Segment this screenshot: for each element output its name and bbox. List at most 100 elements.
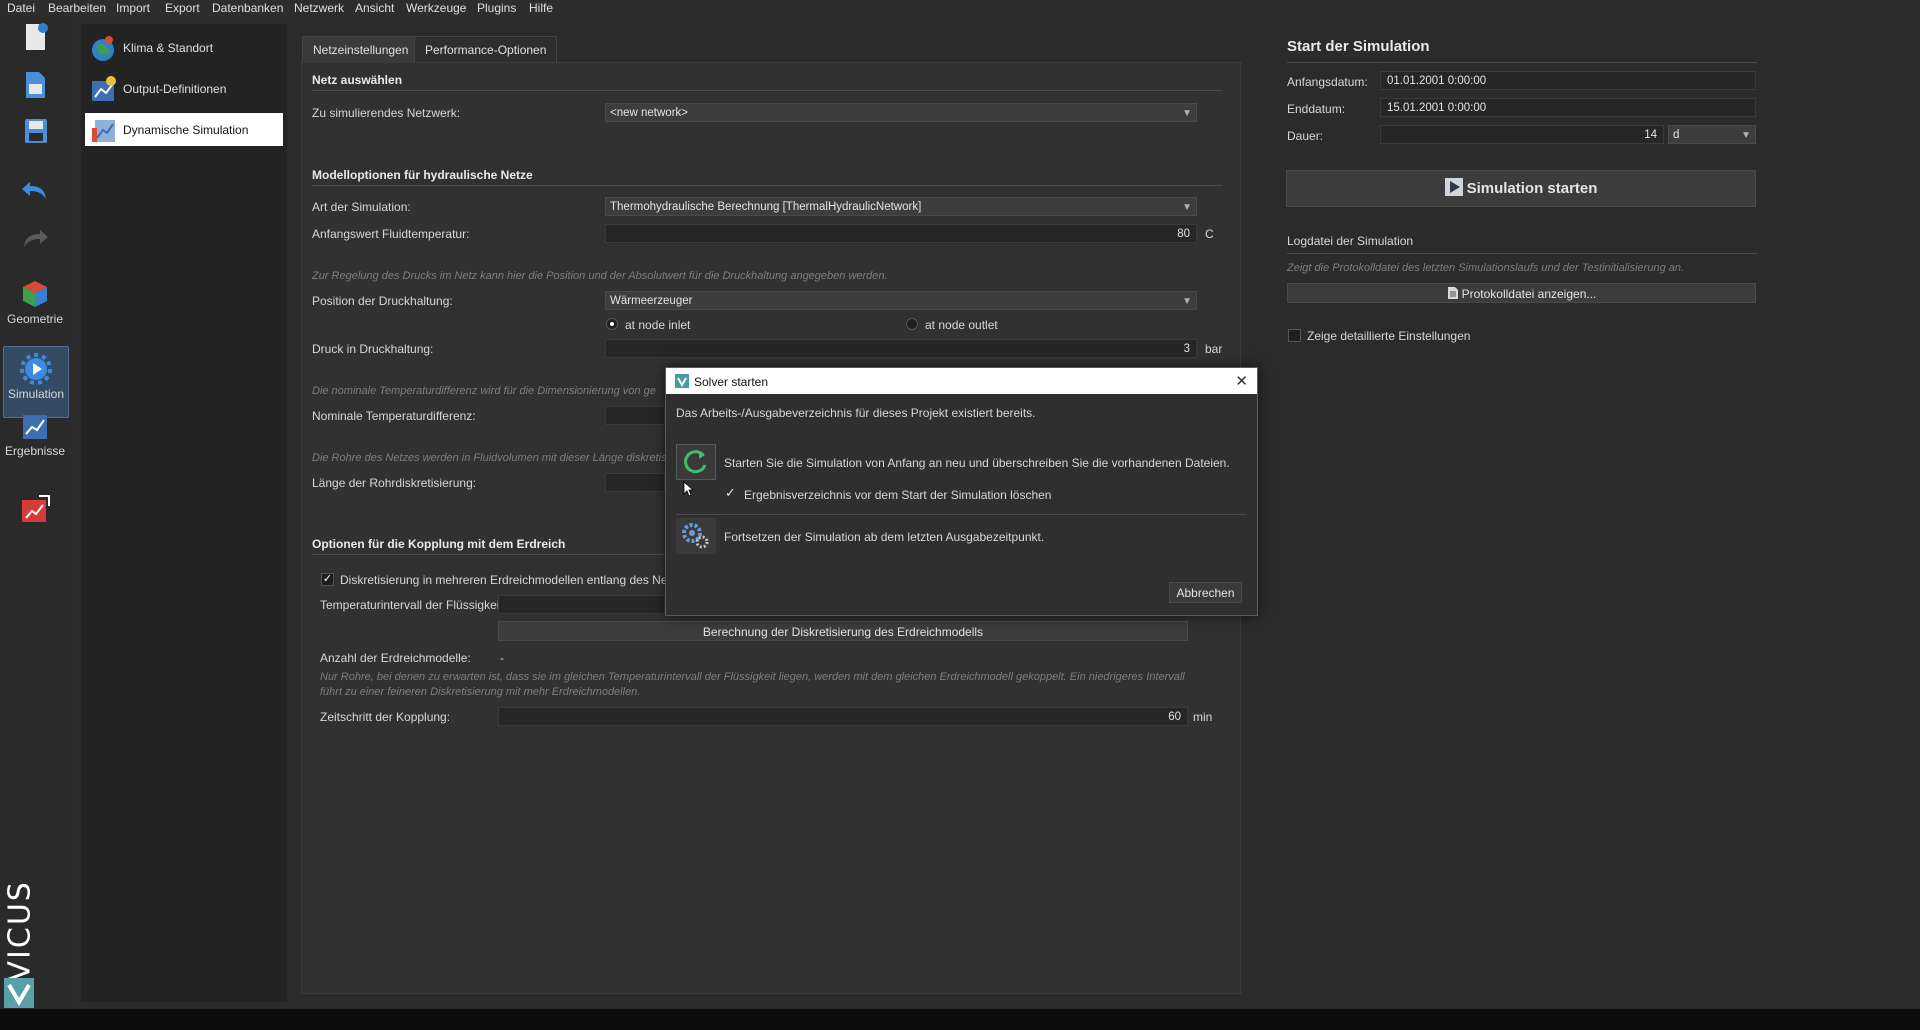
- save-button[interactable]: [8, 116, 62, 146]
- sim-type-label: Art der Simulation:: [312, 200, 411, 214]
- redo-button[interactable]: [8, 224, 62, 252]
- nav-item-dynamic-simulation[interactable]: Dynamische Simulation: [85, 113, 283, 146]
- redo-icon: [24, 230, 48, 247]
- dialog-title: Solver starten: [694, 375, 769, 389]
- divider: [312, 90, 1222, 91]
- pressure-position-value: Wärmeerzeuger: [610, 295, 693, 307]
- vicus-logo-icon: [4, 978, 34, 1008]
- radio-node-inlet-label: at node inlet: [625, 318, 691, 332]
- simulation-button[interactable]: Simulation: [3, 346, 69, 418]
- divider: [676, 514, 1246, 515]
- export-chart-icon: [22, 495, 50, 522]
- brand-text: VICUS: [2, 880, 38, 982]
- detail-settings-checkbox[interactable]: [1288, 329, 1301, 342]
- radio-node-outlet[interactable]: [906, 318, 918, 330]
- start-simulation-button[interactable]: Simulation starten: [1286, 170, 1756, 207]
- menu-datenbanken[interactable]: Datenbanken: [212, 1, 283, 15]
- show-log-label: Protokolldatei anzeigen...: [1461, 287, 1597, 301]
- menu-ansicht[interactable]: Ansicht: [355, 1, 394, 15]
- coupling-step-input[interactable]: 60: [498, 707, 1188, 726]
- coupling-step-unit: min: [1193, 710, 1213, 724]
- temp-diff-input[interactable]: [605, 406, 665, 425]
- nav-item-output[interactable]: Output-Definitionen: [85, 72, 283, 105]
- dynamic-simulation-icon: [92, 119, 115, 142]
- menu-bar: Datei Bearbeiten Import Export Datenbank…: [0, 0, 1920, 16]
- duration-input[interactable]: 14: [1380, 125, 1664, 144]
- section-soil-coupling: Optionen für die Kopplung mit dem Erdrei…: [312, 537, 566, 551]
- nav-item-label: Dynamische Simulation: [123, 122, 249, 137]
- menu-export[interactable]: Export: [165, 1, 200, 15]
- pressure-input[interactable]: 3: [605, 339, 1197, 358]
- continue-simulation-button[interactable]: [676, 518, 716, 554]
- fluid-temp-input[interactable]: 80: [605, 224, 1197, 243]
- show-log-button[interactable]: Protokolldatei anzeigen...: [1287, 283, 1756, 303]
- tab-performance-options[interactable]: Performance-Optionen: [414, 36, 558, 63]
- tab-network-settings[interactable]: Netzeinstellungen: [302, 36, 420, 63]
- pressure-position-select[interactable]: Wärmeerzeuger ▼: [605, 291, 1197, 310]
- dialog-title-bar: Solver starten ✕: [666, 368, 1257, 394]
- start-date-input[interactable]: 01.01.2001 0:00:00: [1380, 71, 1756, 90]
- new-file-icon: [26, 23, 48, 50]
- duration-unit-select[interactable]: d ▼: [1668, 125, 1756, 144]
- network-select[interactable]: <new network> ▼: [605, 103, 1197, 122]
- nav-item-label: Output-Definitionen: [123, 81, 227, 96]
- mouse-cursor-icon: [683, 481, 693, 497]
- app-logo-icon: [675, 374, 689, 388]
- undo-icon: [22, 182, 46, 199]
- chevron-down-icon: ▼: [1182, 296, 1192, 307]
- export-report-button[interactable]: [8, 494, 62, 526]
- calc-discretization-button[interactable]: Berechnung der Diskretisierung des Erdre…: [498, 621, 1188, 641]
- network-label: Zu simulierendes Netzwerk:: [312, 106, 461, 120]
- menu-hilfe[interactable]: Hilfe: [529, 1, 553, 15]
- new-file-button[interactable]: [8, 22, 62, 52]
- menu-plugins[interactable]: Plugins: [477, 1, 516, 15]
- fluid-temp-label: Anfangswert Fluidtemperatur:: [312, 227, 470, 241]
- soil-hint-line-2: führt zu einer feineren Diskretisierung …: [320, 686, 641, 698]
- restart-text: Starten Sie die Simulation von Anfang an…: [724, 456, 1230, 470]
- soil-hint-line-1: Nur Rohre, bei denen zu erwarten ist, da…: [320, 671, 1185, 683]
- document-icon: [1447, 287, 1458, 299]
- soil-count-value: -: [500, 651, 504, 665]
- pressure-position-label: Position der Druckhaltung:: [312, 294, 453, 308]
- temp-interval-label: Temperaturintervall der Flüssigkeit:: [320, 598, 507, 612]
- temp-interval-input[interactable]: [498, 595, 665, 614]
- soil-discretization-checkbox[interactable]: ✓: [321, 573, 334, 586]
- start-simulation-title: Start der Simulation: [1287, 38, 1430, 55]
- geometry-label: Geometrie: [6, 312, 64, 326]
- nav-item-climate[interactable]: Klima & Standort: [85, 31, 283, 64]
- simulation-gear-icon: [20, 353, 52, 385]
- coupling-step-label: Zeitschritt der Kopplung:: [320, 710, 451, 724]
- menu-import[interactable]: Import: [116, 1, 150, 15]
- menu-bearbeiten[interactable]: Bearbeiten: [48, 1, 106, 15]
- geometry-button[interactable]: Geometrie: [6, 278, 64, 326]
- output-chart-icon: [92, 75, 116, 101]
- menu-netzwerk[interactable]: Netzwerk: [294, 1, 344, 15]
- divider: [312, 185, 1222, 186]
- open-file-button[interactable]: [8, 70, 62, 100]
- main-toolbar: Geometrie Simulation Ergebnisse VICUS: [0, 16, 70, 1009]
- log-title: Logdatei der Simulation: [1287, 234, 1414, 248]
- fluid-temp-unit: C: [1205, 227, 1214, 241]
- cancel-button[interactable]: Abbrechen: [1169, 582, 1242, 603]
- save-icon: [25, 119, 47, 143]
- pipe-length-input[interactable]: [605, 473, 665, 492]
- start-date-label: Anfangsdatum:: [1287, 75, 1368, 89]
- pressure-unit: bar: [1205, 342, 1223, 356]
- sim-type-select[interactable]: Thermohydraulische Berechnung [ThermalHy…: [605, 197, 1197, 216]
- gears-icon: [682, 523, 709, 549]
- pressure-hint: Zur Regelung des Drucks im Netz kann hie…: [312, 270, 888, 282]
- close-icon[interactable]: ✕: [1235, 372, 1248, 390]
- duration-label: Dauer:: [1287, 129, 1324, 143]
- undo-button[interactable]: [8, 176, 62, 204]
- end-date-input[interactable]: 15.01.2001 0:00:00: [1380, 98, 1756, 117]
- geometry-icon: [23, 281, 47, 307]
- delete-results-checkbox[interactable]: ✓: [724, 486, 737, 500]
- radio-node-inlet[interactable]: [606, 318, 618, 330]
- menu-datei[interactable]: Datei: [7, 1, 35, 15]
- end-date-label: Enddatum:: [1287, 102, 1346, 116]
- refresh-icon: [684, 450, 707, 474]
- menu-werkzeuge[interactable]: Werkzeuge: [406, 1, 466, 15]
- results-button[interactable]: Ergebnisse: [5, 412, 65, 458]
- divider: [1287, 253, 1757, 254]
- restart-simulation-button[interactable]: [676, 444, 716, 480]
